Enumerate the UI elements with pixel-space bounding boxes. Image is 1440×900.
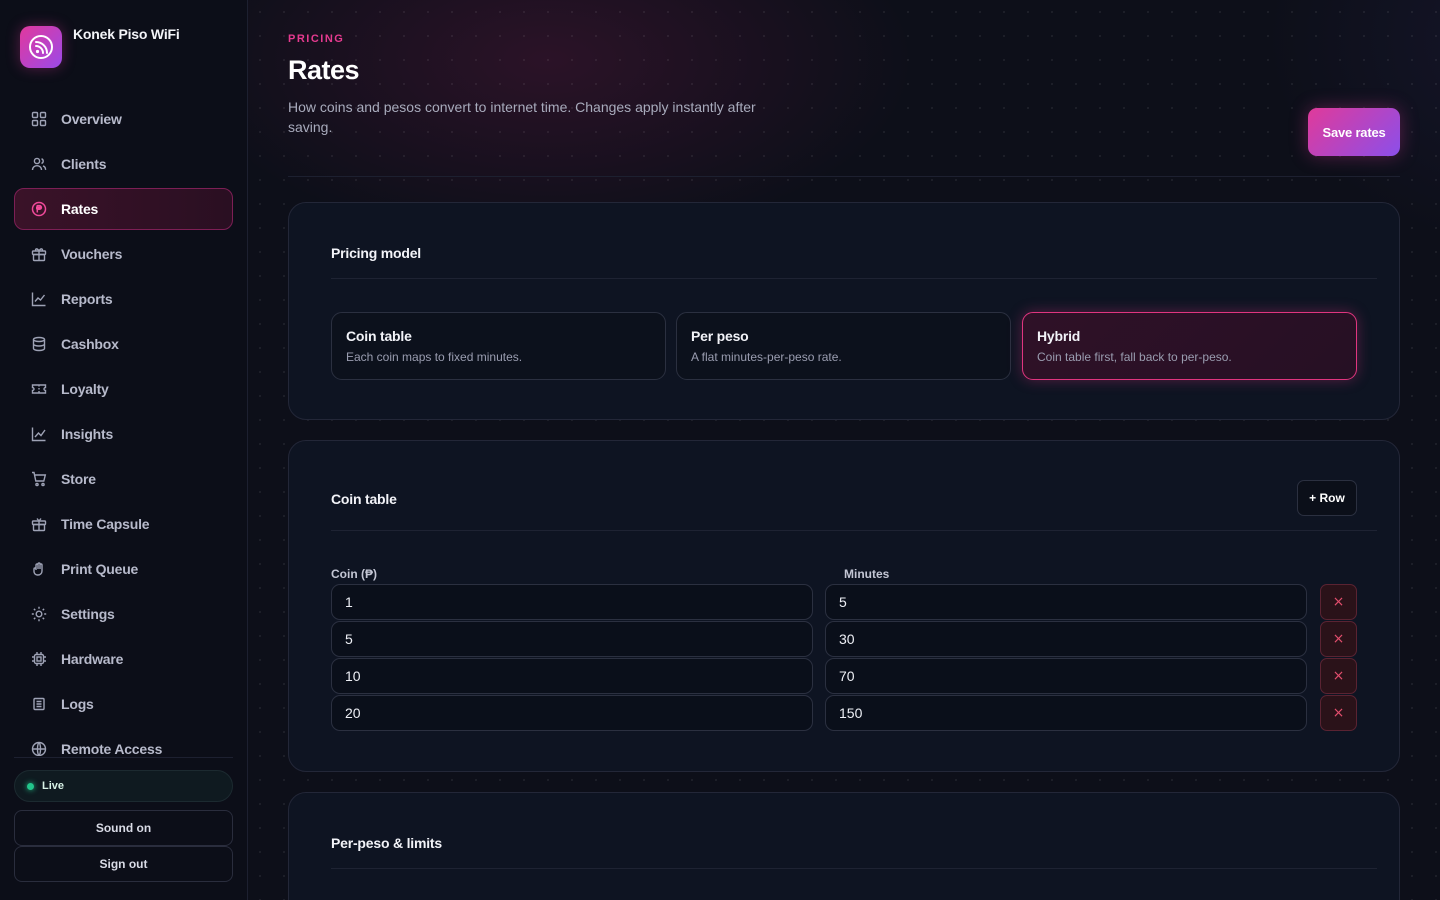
page-title: Rates — [288, 55, 360, 85]
sidebar-item-label: Print Queue — [61, 561, 139, 577]
option-title: Per peso — [691, 328, 749, 344]
sidebar-item-insights[interactable]: Insights — [14, 413, 233, 455]
brand-logo — [20, 26, 62, 68]
card-title: Pricing model — [331, 245, 421, 261]
sidebar-item-label: Clients — [61, 156, 107, 172]
database-icon — [30, 335, 48, 353]
delete-row-button[interactable]: × — [1320, 584, 1357, 620]
header-divider — [288, 176, 1400, 177]
sidebar-item-print-queue[interactable]: Print Queue — [14, 548, 233, 590]
chip-icon — [30, 650, 48, 668]
gift-icon — [30, 245, 48, 263]
sidebar-item-time-capsule[interactable]: Time Capsule — [14, 503, 233, 545]
sidebar-item-overview[interactable]: Overview — [14, 98, 233, 140]
peso-icon — [30, 200, 48, 218]
sidebar-item-hardware[interactable]: Hardware — [14, 638, 233, 680]
page-eyebrow: PRICING — [288, 33, 345, 45]
grid-icon — [30, 110, 48, 128]
globe-icon — [30, 740, 48, 756]
pricing-option-coin-table[interactable]: Coin table Each coin maps to fixed minut… — [331, 312, 666, 380]
sidebar-item-label: Settings — [61, 606, 115, 622]
minutes-input[interactable] — [825, 584, 1307, 620]
users-icon — [30, 155, 48, 173]
sidebar-item-label: Hardware — [61, 651, 124, 667]
status-badge: Live — [14, 770, 233, 802]
coin-table-card: Coin table + Row Coin (₱) Minutes × × × … — [288, 440, 1400, 772]
coin-input[interactable] — [331, 695, 813, 731]
ticket-icon — [30, 380, 48, 398]
card-title: Coin table — [331, 491, 397, 507]
sidebar-item-label: Store — [61, 471, 96, 487]
sidebar-item-label: Remote Access — [61, 741, 163, 756]
sidebar: Konek Piso WiFi Overview Clients Rates V… — [0, 0, 248, 900]
sidebar-item-label: Overview — [61, 111, 122, 127]
brand-name: Konek Piso WiFi — [73, 26, 180, 42]
sidebar-item-store[interactable]: Store — [14, 458, 233, 500]
option-desc: Each coin maps to fixed minutes. — [346, 350, 523, 364]
sidebar-divider — [14, 757, 233, 758]
minutes-input[interactable] — [825, 658, 1307, 694]
sidebar-item-label: Cashbox — [61, 336, 119, 352]
hand-icon — [30, 560, 48, 578]
cart-icon — [30, 470, 48, 488]
page-header: PRICING Rates How coins and pesos conver… — [288, 33, 1400, 137]
card-divider — [331, 278, 1377, 279]
sound-toggle-button[interactable]: Sound on — [14, 810, 233, 846]
sidebar-item-loyalty[interactable]: Loyalty — [14, 368, 233, 410]
sidebar-item-label: Time Capsule — [61, 516, 150, 532]
card-title: Per-peso & limits — [331, 835, 442, 851]
card-divider — [331, 868, 1377, 869]
coin-input[interactable] — [331, 658, 813, 694]
sidebar-item-cashbox[interactable]: Cashbox — [14, 323, 233, 365]
pricing-option-hybrid[interactable]: Hybrid Coin table first, fall back to pe… — [1022, 312, 1357, 380]
sidebar-item-label: Logs — [61, 696, 94, 712]
sidebar-item-logs[interactable]: Logs — [14, 683, 233, 725]
sidebar-item-vouchers[interactable]: Vouchers — [14, 233, 233, 275]
chart-line-icon — [30, 290, 48, 308]
per-peso-limits-card: Per-peso & limits — [288, 792, 1400, 900]
option-desc: Coin table first, fall back to per-peso. — [1037, 350, 1232, 364]
sidebar-item-remote-access[interactable]: Remote Access — [14, 728, 233, 756]
status-text: Live — [42, 780, 65, 792]
add-row-button[interactable]: + Row — [1297, 480, 1357, 516]
delete-row-button[interactable]: × — [1320, 695, 1357, 731]
option-title: Hybrid — [1037, 328, 1081, 344]
sidebar-item-rates[interactable]: Rates — [14, 188, 233, 230]
save-rates-button[interactable]: Save rates — [1308, 108, 1400, 156]
minutes-input[interactable] — [825, 621, 1307, 657]
card-divider — [331, 530, 1377, 531]
list-icon — [30, 695, 48, 713]
pricing-model-card: Pricing model Coin table Each coin maps … — [288, 202, 1400, 420]
pricing-option-per-peso[interactable]: Per peso A flat minutes-per-peso rate. — [676, 312, 1011, 380]
sun-gear-icon — [30, 605, 48, 623]
main-content: PRICING Rates How coins and pesos conver… — [248, 0, 1440, 900]
option-title: Coin table — [346, 328, 412, 344]
sidebar-item-label: Reports — [61, 291, 113, 307]
brand: Konek Piso WiFi — [20, 26, 180, 68]
live-dot-icon — [27, 782, 34, 790]
sidebar-item-settings[interactable]: Settings — [14, 593, 233, 635]
sidebar-item-label: Vouchers — [61, 246, 123, 262]
delete-row-button[interactable]: × — [1320, 658, 1357, 694]
sidebar-nav: Overview Clients Rates Vouchers Reports … — [14, 98, 233, 756]
coin-input[interactable] — [331, 584, 813, 620]
delete-row-button[interactable]: × — [1320, 621, 1357, 657]
gift-box-icon — [30, 515, 48, 533]
minutes-input[interactable] — [825, 695, 1307, 731]
sidebar-item-label: Loyalty — [61, 381, 109, 397]
sidebar-item-clients[interactable]: Clients — [14, 143, 233, 185]
sidebar-item-reports[interactable]: Reports — [14, 278, 233, 320]
minutes-column-label: Minutes — [844, 567, 890, 581]
page-subtitle: How coins and pesos convert to internet … — [288, 99, 756, 135]
sidebar-item-label: Insights — [61, 426, 114, 442]
coin-column-label: Coin (₱) — [331, 567, 377, 581]
trend-icon — [30, 425, 48, 443]
sidebar-item-label: Rates — [61, 201, 99, 217]
wifi-logo-icon — [29, 35, 53, 59]
coin-input[interactable] — [331, 621, 813, 657]
sign-out-button[interactable]: Sign out — [14, 846, 233, 882]
option-desc: A flat minutes-per-peso rate. — [691, 350, 842, 364]
